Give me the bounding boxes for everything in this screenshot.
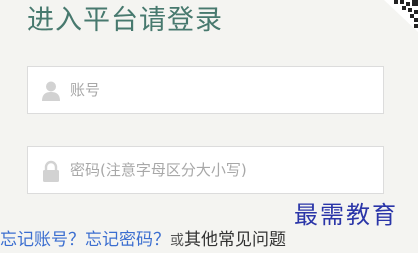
account-input[interactable] xyxy=(70,67,375,113)
watermark: 最需教育 xyxy=(294,201,398,229)
forgot-password-link[interactable]: 忘记密码？ xyxy=(85,230,170,250)
forgot-account-link[interactable]: 忘记账号？ xyxy=(0,230,85,250)
account-field[interactable] xyxy=(27,66,384,114)
login-panel: 进入平台请登录 账号 忘记账号？忘记密码？或其他常见问题 最需教育 xyxy=(0,0,418,250)
lock-icon xyxy=(41,160,61,182)
or-text: 或 xyxy=(170,233,184,249)
password-field[interactable] xyxy=(27,146,384,194)
page-title: 进入平台请登录 xyxy=(27,5,223,36)
password-input[interactable] xyxy=(70,147,375,193)
help-links: 忘记账号？忘记密码？或其他常见问题 xyxy=(0,228,286,253)
faq-link[interactable]: 其他常见问题 xyxy=(184,230,286,250)
user-icon xyxy=(41,80,61,102)
qr-code-icon[interactable] xyxy=(378,0,418,32)
